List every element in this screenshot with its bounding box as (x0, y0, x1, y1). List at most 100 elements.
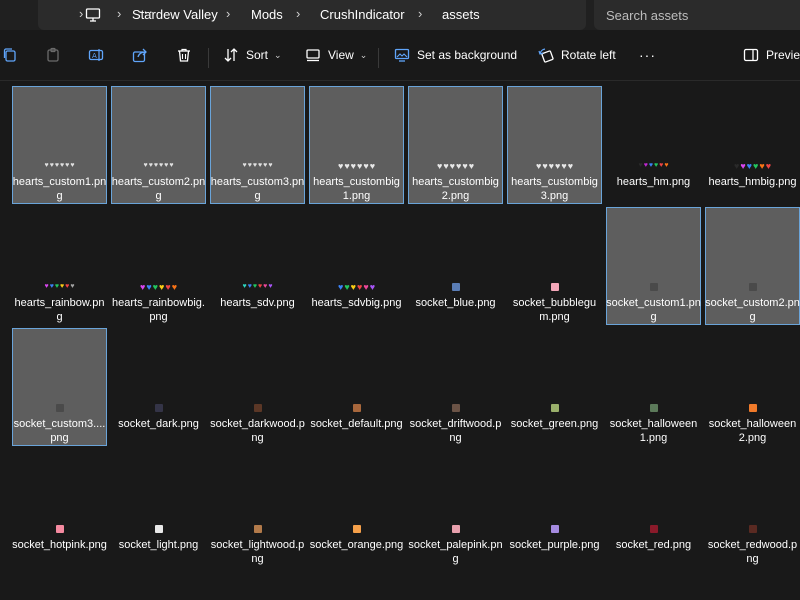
set-background-icon (394, 48, 410, 62)
heart-icon: ♥ (159, 162, 164, 169)
file-item[interactable]: ♥ ♥ ♥ ♥ ♥ ♥ hearts_hmbig.png (705, 86, 800, 204)
heart-icon: ♥ (60, 283, 65, 290)
file-item[interactable]: ♥ ♥ ♥ ♥ ♥ ♥ hearts_custombig2.png (408, 86, 503, 204)
heart-icon: ♥ (643, 162, 648, 169)
file-thumbnail (705, 281, 800, 293)
file-item[interactable]: ♥ ♥ ♥ ♥ ♥ ♥ hearts_custom3.png (210, 86, 305, 204)
file-item[interactable]: ♥ ♥ ♥ ♥ ♥ ♥ hearts_sdvbig.png (309, 207, 404, 325)
heart-icon: ♥ (152, 281, 158, 292)
file-item[interactable]: socket_light.png (111, 449, 206, 567)
chevron-right-icon: › (226, 6, 231, 21)
file-item[interactable]: socket_custom3....png (12, 328, 107, 446)
file-name: hearts_hm.png (616, 176, 691, 188)
socket-swatch (649, 404, 658, 412)
chevron-down-icon: ⌄ (274, 49, 282, 60)
file-item[interactable]: ♥ ♥ ♥ ♥ ♥ ♥ hearts_rainbowbig.png (111, 207, 206, 325)
file-item[interactable]: socket_dark.png (111, 328, 206, 446)
file-item[interactable]: socket_lightwood.png (210, 449, 305, 567)
more-options-icon: ··· (639, 47, 656, 63)
file-item[interactable]: socket_halloween2.png (705, 328, 800, 446)
heart-icon: ♥ (268, 283, 273, 290)
breadcrumb-mods[interactable]: Mods (251, 7, 283, 22)
share-button[interactable] (132, 40, 148, 70)
file-item[interactable]: socket_palepink.png (408, 449, 503, 567)
file-item[interactable]: socket_darkwood.png (210, 328, 305, 446)
file-item[interactable]: socket_red.png (606, 449, 701, 567)
file-name: hearts_sdvbig.png (311, 297, 402, 309)
file-name: socket_custom2.png (705, 297, 800, 323)
file-item[interactable]: socket_driftwood.png (408, 328, 503, 446)
toolbar-divider (208, 48, 209, 68)
file-thumbnail (12, 523, 107, 535)
address-bar-row: › ··· › Stardew Valley › Mods › CrushInd… (0, 0, 800, 30)
search-input[interactable] (606, 6, 786, 24)
file-thumbnail (309, 523, 404, 535)
heart-icon: ♥ (54, 162, 59, 169)
file-item[interactable]: socket_redwood.png (705, 449, 800, 567)
file-item[interactable]: ♥ ♥ ♥ ♥ ♥ ♥ hearts_hm.png (606, 86, 701, 204)
file-item[interactable]: ♥ ♥ ♥ ♥ ♥ ♥ hearts_custombig3.png (507, 86, 602, 204)
file-item[interactable]: socket_blue.png (408, 207, 503, 325)
view-button[interactable]: View ⌄ (305, 40, 367, 70)
file-name: socket_default.png (310, 418, 403, 430)
sort-icon (224, 48, 238, 62)
heart-icon: ♥ (344, 160, 350, 171)
chevron-right-icon: › (117, 6, 122, 21)
rename-button[interactable]: A (88, 40, 104, 70)
delete-button[interactable] (176, 40, 192, 70)
heart-icon: ♥ (456, 160, 462, 171)
file-item[interactable]: socket_custom1.png (606, 207, 701, 325)
heart-icon: ♥ (654, 162, 659, 169)
preview-label: Preview (766, 48, 800, 62)
heart-icon: ♥ (664, 162, 669, 169)
breadcrumb-crushindicator[interactable]: CrushIndicator (320, 7, 405, 22)
heart-icon: ♥ (258, 283, 263, 290)
breadcrumb-assets[interactable]: assets (442, 7, 480, 22)
file-item[interactable]: socket_hotpink.png (12, 449, 107, 567)
file-item[interactable]: ♥ ♥ ♥ ♥ ♥ ♥ hearts_rainbow.png (12, 207, 107, 325)
heart-icon: ♥ (357, 160, 363, 171)
paste-button[interactable] (45, 40, 61, 70)
see-more-button[interactable]: ··· (639, 40, 656, 70)
preview-pane-button[interactable]: Preview (743, 40, 800, 70)
file-item[interactable]: socket_halloween1.png (606, 328, 701, 446)
file-thumbnail: ♥ ♥ ♥ ♥ ♥ ♥ (12, 281, 107, 293)
set-as-background-button[interactable]: Set as background (394, 40, 517, 70)
heart-icon: ♥ (70, 283, 75, 290)
this-pc-icon[interactable] (85, 7, 101, 23)
copy-button[interactable] (2, 40, 18, 70)
socket-swatch (55, 404, 64, 412)
sort-label: Sort (246, 48, 269, 62)
file-item[interactable]: ♥ ♥ ♥ ♥ ♥ ♥ hearts_custombig1.png (309, 86, 404, 204)
file-name: socket_blue.png (415, 297, 496, 309)
file-item[interactable]: socket_orange.png (309, 449, 404, 567)
socket-swatch (451, 283, 460, 291)
file-thumbnail: ♥ ♥ ♥ ♥ ♥ ♥ (210, 281, 305, 293)
file-item[interactable]: ♥ ♥ ♥ ♥ ♥ ♥ hearts_custom2.png (111, 86, 206, 204)
search-box[interactable] (594, 0, 800, 30)
file-thumbnail (606, 402, 701, 414)
heart-icon: ♥ (44, 283, 49, 290)
rotate-left-button[interactable]: Rotate left (538, 40, 616, 70)
file-item[interactable]: ♥ ♥ ♥ ♥ ♥ ♥ hearts_sdv.png (210, 207, 305, 325)
heart-icon: ♥ (268, 162, 273, 169)
heart-icon: ♥ (242, 162, 247, 169)
heart-icon: ♥ (337, 281, 344, 292)
file-item[interactable]: socket_green.png (507, 328, 602, 446)
file-item[interactable]: ♥ ♥ ♥ ♥ ♥ ♥ hearts_custom1.png (12, 86, 107, 204)
heart-icon: ♥ (247, 162, 252, 169)
file-grid: ♥ ♥ ♥ ♥ ♥ ♥ hearts_custom1.png ♥ ♥ ♥ ♥ ♥ ♥ hearts_cus… (0, 80, 800, 600)
socket-swatch (253, 404, 262, 412)
address-bar[interactable]: › ··· › Stardew Valley › Mods › CrushInd… (38, 0, 586, 30)
file-item[interactable]: socket_bubblegum.png (507, 207, 602, 325)
sort-button[interactable]: Sort ⌄ (223, 40, 282, 70)
file-item[interactable]: socket_custom2.png (705, 207, 800, 325)
file-name: hearts_custombig2.png (412, 176, 499, 202)
file-item[interactable]: socket_default.png (309, 328, 404, 446)
heart-icon: ♥ (70, 162, 75, 169)
breadcrumb-stardew-valley[interactable]: Stardew Valley (132, 7, 218, 22)
chevron-right-icon: › (79, 6, 84, 21)
file-item[interactable]: socket_purple.png (507, 449, 602, 567)
file-name: socket_green.png (510, 418, 599, 430)
heart-icon: ♥ (164, 162, 169, 169)
